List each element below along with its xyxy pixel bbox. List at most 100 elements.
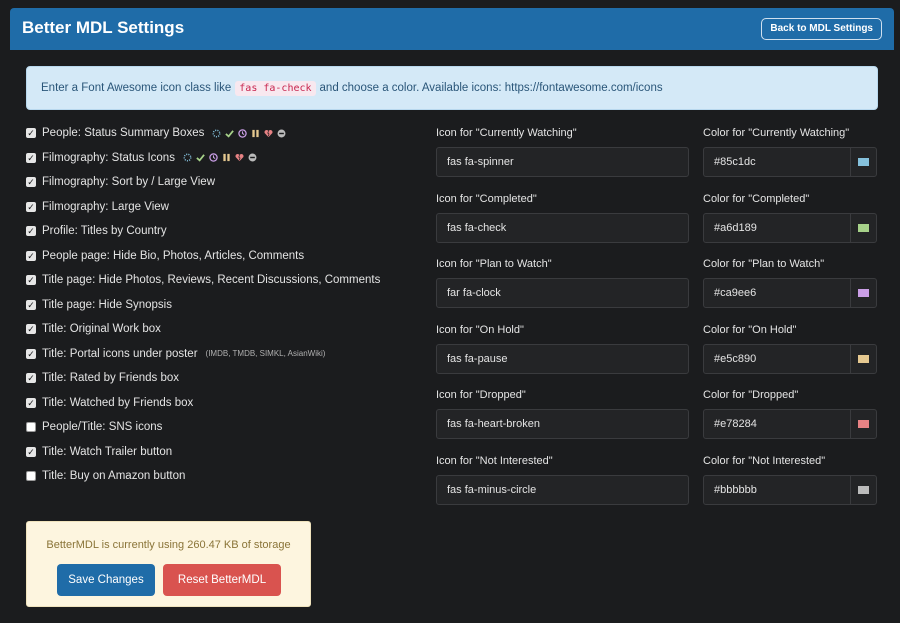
color-picker-button[interactable] — [850, 213, 876, 242]
icon-class-input[interactable]: fas fa-pause — [436, 343, 689, 374]
color-field-label: Color for "Currently Watching" — [703, 127, 850, 139]
color-hex-input[interactable]: #e5c890 — [703, 343, 877, 374]
color-field-label: Color for "On Hold" — [703, 323, 797, 336]
option-row[interactable]: ✓ Title: Original Work box — [26, 317, 426, 342]
option-label: Title page: Hide Synopsis — [42, 298, 172, 311]
option-row[interactable]: ✓ Filmography: Large View — [26, 195, 426, 220]
color-swatch — [858, 420, 869, 428]
status-field-row: Icon for "On Hold" Color for "On Hold" fas… — [436, 318, 880, 384]
option-label: Title: Portal icons under poster — [42, 347, 198, 360]
option-label: Title: Rated by Friends box — [42, 372, 179, 385]
reset-bettermdl-button[interactable]: Reset BetterMDL — [163, 564, 281, 596]
option-checkbox[interactable]: ✓ — [26, 348, 36, 359]
option-row[interactable]: ✓ People: Status Summary Boxes — [26, 121, 426, 146]
color-picker-button[interactable] — [850, 279, 876, 307]
icon-field-label: Icon for "Plan to Watch" — [436, 258, 552, 270]
icon-field-label: Icon for "Currently Watching" — [436, 127, 577, 139]
option-checkbox[interactable]: ✓ — [26, 373, 36, 384]
color-hex-input[interactable]: #85c1dc — [703, 147, 877, 177]
color-hex-input[interactable]: #a6d189 — [703, 212, 877, 243]
page-title: Better MDL Settings — [22, 18, 185, 37]
clock-icon — [209, 153, 218, 162]
option-row[interactable]: Title: Buy on Amazon button — [26, 464, 426, 489]
option-checkbox[interactable]: ✓ — [26, 201, 36, 212]
color-hex-value: #ca9ee6 — [714, 287, 757, 299]
color-swatch — [858, 354, 869, 363]
settings-header: Better MDL Settings Back to MDL Settings — [10, 8, 894, 50]
option-row[interactable]: ✓ Title: Rated by Friends box — [26, 366, 426, 391]
color-field-label: Color for "Plan to Watch" — [703, 258, 825, 270]
color-field-label: Color for "Not Interested" — [703, 454, 826, 467]
option-row[interactable]: ✓ Filmography: Status Icons — [26, 146, 426, 171]
icon-class-input[interactable]: fas fa-heart-broken — [436, 409, 689, 439]
check-icon — [196, 154, 205, 162]
option-checkbox[interactable]: ✓ — [26, 324, 36, 335]
color-field-label: Color for "Dropped" — [703, 389, 799, 401]
color-hex-input[interactable]: #ca9ee6 — [703, 278, 877, 308]
option-label: Profile: Titles by Country — [42, 225, 167, 238]
color-hex-value: #85c1dc — [714, 156, 756, 168]
color-hex-value: #e5c890 — [714, 352, 757, 365]
info-text-before: Enter a Font Awesome icon class like — [41, 82, 232, 94]
save-changes-button[interactable]: Save Changes — [57, 564, 155, 596]
option-row[interactable]: ✓ Title: Portal icons under poster (IMDB, … — [26, 342, 426, 367]
option-checkbox[interactable]: ✓ — [26, 397, 36, 408]
color-field-label: Color for "Completed" — [703, 192, 810, 205]
option-row[interactable]: ✓ Title: Watched by Friends box — [26, 391, 426, 416]
option-row[interactable]: ✓ Filmography: Sort by / Large View — [26, 170, 426, 195]
icon-field-label: Icon for "On Hold" — [436, 323, 524, 336]
spinner-icon — [212, 129, 221, 138]
clock-icon — [238, 129, 248, 138]
storage-usage-text: BetterMDL is currently using 260.47 KB o… — [46, 539, 291, 551]
option-row[interactable]: ✓ People page: Hide Bio, Photos, Articles… — [26, 244, 426, 269]
option-row[interactable]: ✓ Title: Watch Trailer button — [26, 440, 426, 465]
heart-broken-icon — [235, 154, 244, 162]
option-checkbox[interactable]: ✓ — [26, 128, 36, 139]
icon-field-label: Icon for "Not Interested" — [436, 454, 553, 467]
option-checkbox[interactable] — [26, 471, 36, 482]
option-checkbox[interactable]: ✓ — [26, 226, 36, 237]
back-to-mdl-settings-button[interactable]: Back to MDL Settings — [761, 18, 882, 40]
option-label: Title: Watch Trailer button — [42, 445, 173, 458]
pause-icon — [223, 154, 230, 162]
icon-class-input[interactable]: fas fa-spinner — [436, 147, 689, 177]
color-swatch — [858, 485, 869, 494]
icon-class-input[interactable]: fas fa-check — [436, 212, 689, 243]
option-checkbox[interactable]: ✓ — [26, 446, 36, 457]
option-row[interactable]: People/Title: SNS icons — [26, 415, 426, 440]
color-picker-button[interactable] — [850, 344, 876, 373]
icon-field-label: Icon for "Completed" — [436, 192, 537, 205]
heart-broken-icon — [264, 129, 273, 137]
option-checkbox[interactable]: ✓ — [26, 299, 36, 310]
spinner-icon — [183, 153, 192, 162]
icon-class-input[interactable]: fas fa-minus-circle — [436, 474, 689, 505]
status-icons-preview — [183, 153, 257, 162]
option-checkbox[interactable]: ✓ — [26, 275, 36, 286]
option-row[interactable]: ✓ Title page: Hide Synopsis — [26, 293, 426, 318]
option-row[interactable]: ✓ Profile: Titles by Country — [26, 219, 426, 244]
color-picker-button[interactable] — [850, 410, 876, 438]
status-fields: Icon for "Currently Watching" Color for "… — [436, 121, 880, 514]
color-picker-button[interactable] — [850, 475, 876, 504]
option-label: People page: Hide Bio, Photos, Articles,… — [42, 249, 305, 262]
option-checkbox[interactable]: ✓ — [26, 152, 36, 163]
option-label: Title page: Hide Photos, Reviews, Recent… — [42, 274, 381, 287]
status-field-row: Icon for "Not Interested" Color for "Not … — [436, 449, 880, 515]
option-label: People/Title: SNS icons — [42, 421, 163, 434]
color-hex-input[interactable]: #e78284 — [703, 409, 877, 439]
status-icons-preview — [212, 129, 286, 138]
icon-class-input[interactable]: far fa-clock — [436, 278, 689, 308]
color-picker-button[interactable] — [850, 148, 876, 176]
color-hex-value: #a6d189 — [714, 221, 757, 234]
option-row[interactable]: ✓ Title page: Hide Photos, Reviews, Recen… — [26, 268, 426, 293]
color-hex-input[interactable]: #bbbbbb — [703, 474, 877, 505]
status-field-row: Icon for "Completed" Color for "Completed… — [436, 187, 880, 253]
option-label: Title: Watched by Friends box — [42, 396, 194, 409]
option-label: People: Status Summary Boxes — [42, 127, 205, 140]
option-checkbox[interactable] — [26, 422, 36, 433]
option-checkbox[interactable]: ✓ — [26, 177, 36, 188]
option-label: Title: Original Work box — [42, 323, 161, 336]
minus-circle-icon — [248, 153, 257, 162]
option-checkbox[interactable]: ✓ — [26, 250, 36, 261]
storage-panel: BetterMDL is currently using 260.47 KB o… — [26, 521, 311, 607]
